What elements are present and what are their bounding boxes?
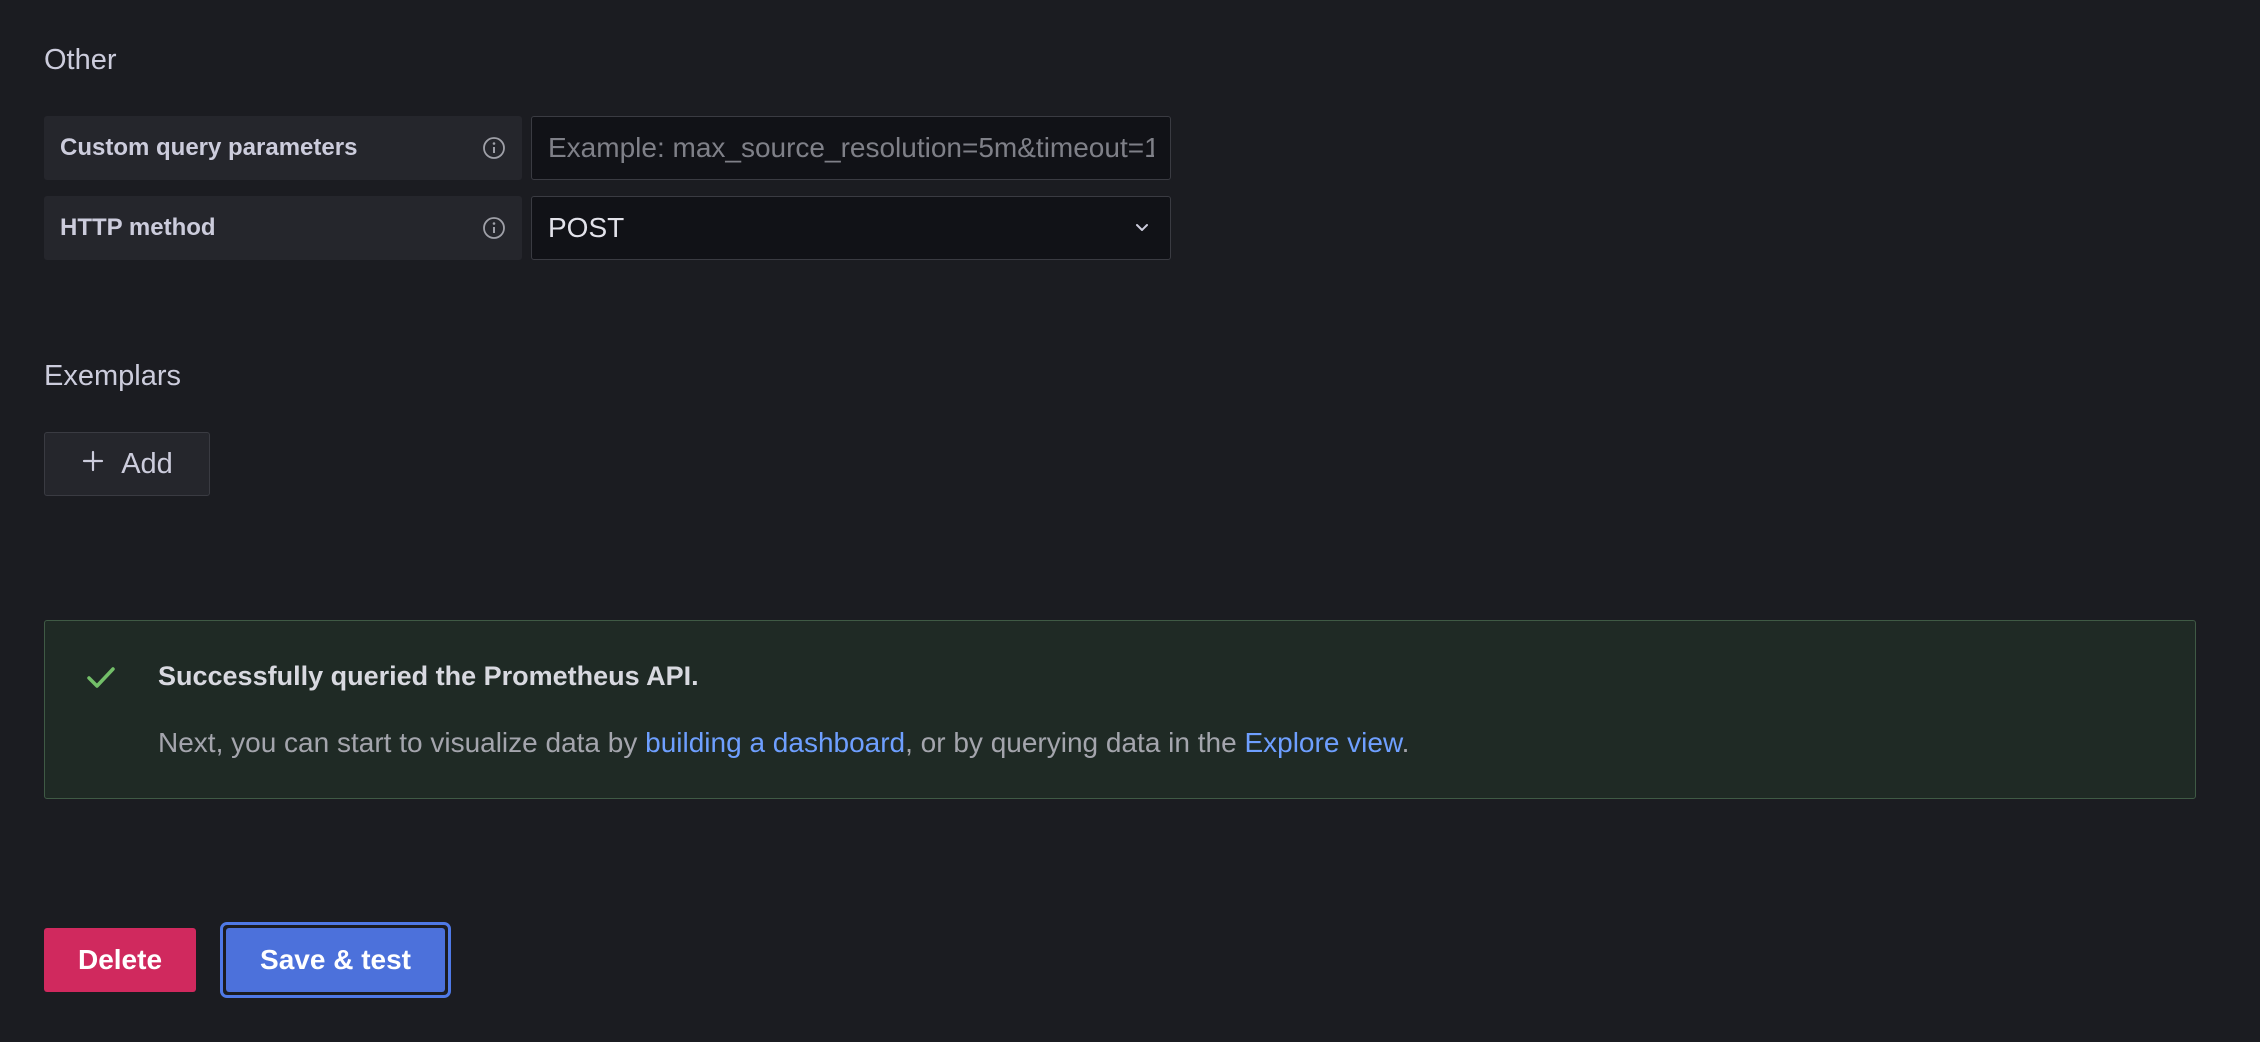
alert-body: Next, you can start to visualize data by… bbox=[158, 727, 1409, 759]
http-method-label-text: HTTP method bbox=[60, 214, 216, 241]
building-dashboard-link[interactable]: building a dashboard bbox=[645, 727, 905, 758]
info-icon[interactable] bbox=[482, 216, 506, 240]
delete-button[interactable]: Delete bbox=[44, 928, 196, 992]
info-icon[interactable] bbox=[482, 136, 506, 160]
custom-query-row: Custom query parameters bbox=[44, 116, 1171, 180]
plus-icon bbox=[81, 448, 105, 481]
add-button-label: Add bbox=[121, 447, 173, 480]
datasource-settings-page: Other Custom query parameters HTTP metho… bbox=[0, 0, 2260, 1042]
add-exemplar-button[interactable]: Add bbox=[44, 432, 210, 496]
alert-body-prefix: Next, you can start to visualize data by bbox=[158, 727, 646, 758]
alert-body-middle: , or by querying data in the bbox=[905, 727, 1245, 758]
success-alert: Successfully queried the Prometheus API.… bbox=[44, 620, 2196, 799]
save-and-test-button[interactable]: Save & test bbox=[226, 928, 445, 992]
http-method-label: HTTP method bbox=[44, 196, 522, 260]
alert-title: Successfully queried the Prometheus API. bbox=[158, 661, 699, 691]
chevron-down-icon bbox=[1132, 212, 1152, 244]
custom-query-label: Custom query parameters bbox=[44, 116, 522, 180]
http-method-row: HTTP method POST bbox=[44, 196, 1171, 260]
explore-view-link[interactable]: Explore view bbox=[1244, 727, 1401, 758]
section-title-other: Other bbox=[44, 44, 117, 76]
alert-body-suffix: . bbox=[1401, 727, 1410, 758]
http-method-value: POST bbox=[548, 212, 625, 243]
check-icon bbox=[85, 661, 117, 693]
custom-query-label-text: Custom query parameters bbox=[60, 134, 358, 161]
section-title-exemplars: Exemplars bbox=[44, 360, 181, 392]
custom-query-input[interactable] bbox=[531, 116, 1171, 180]
http-method-select[interactable]: POST bbox=[531, 196, 1171, 260]
